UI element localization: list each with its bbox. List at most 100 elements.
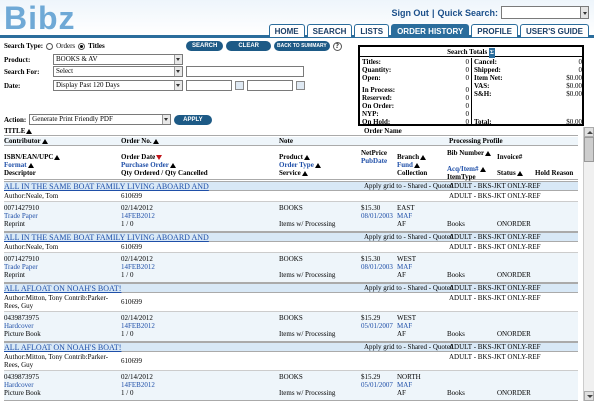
titles-radio[interactable] [78, 42, 86, 50]
col-order-type[interactable]: Order Type [279, 161, 321, 169]
table-row: 0071427910 Trade Paper Reprint 02/14/201… [4, 202, 578, 232]
title-link[interactable]: ALL IN THE SAME BOAT FAMILY LIVING ABOAR… [4, 182, 209, 191]
col-processing-profile: Processing Profile [449, 137, 503, 145]
product-select[interactable]: BOOKS & AV [53, 54, 183, 65]
sort-asc-icon [152, 138, 159, 144]
total-open: Open: 0 [362, 74, 469, 82]
search-totals-title: Search Totals Σ [360, 47, 582, 58]
search-for-input[interactable] [186, 66, 304, 77]
item-type: Books [447, 220, 465, 228]
total-s-and-h: S&H: $0.00 [474, 90, 582, 98]
sigma-icon[interactable]: Σ [488, 48, 495, 58]
service: Items w/ Processing [279, 271, 336, 279]
col-format[interactable]: Format [4, 161, 34, 169]
col-status[interactable]: Status [497, 169, 523, 177]
search-type-row: Search Type: Orders Titles [4, 42, 105, 50]
col-order-date[interactable]: Order Date [121, 153, 163, 161]
date-select[interactable]: Display Past 120 Days [53, 80, 183, 91]
col-purchase-order[interactable]: Purchase Order [121, 161, 176, 169]
title-link[interactable]: ALL IN THE SAME BOAT FAMILY LIVING ABOAR… [4, 233, 209, 242]
col-contributor[interactable]: Contributor [4, 137, 48, 145]
collection: AF [397, 220, 406, 228]
col-isbn[interactable]: ISBN/EAN/UPC [4, 153, 61, 161]
quick-search-input[interactable] [501, 6, 581, 19]
action-row: Action: Generate Print Friendly PDF APPL… [4, 114, 212, 125]
orders-radio[interactable] [46, 42, 54, 50]
net-price: $15.30 [361, 204, 381, 212]
status: ONORDER [497, 330, 531, 338]
status: ONORDER [497, 271, 531, 279]
search-for-row: Search For: Select [4, 66, 304, 77]
table-row: ALL AFLOAT ON NOAH'S BOAT! Apply grid to… [4, 342, 578, 352]
order-no: 610699 [121, 243, 142, 251]
tab-profile[interactable]: PROFILE [471, 24, 518, 37]
order-no: 610699 [121, 192, 142, 200]
sort-asc-icon [420, 154, 427, 160]
search-button[interactable]: SEARCH [186, 41, 224, 51]
form-buttons: SEARCH CLEAR BACK TO SUMMARY ? [186, 41, 342, 51]
tab-order-history[interactable]: ORDER HISTORY [391, 24, 470, 37]
col-order-no[interactable]: Order No. [121, 137, 159, 145]
descriptor: Picture Book [4, 389, 41, 397]
date-from-input[interactable] [186, 80, 232, 91]
scroll-down-icon[interactable] [584, 391, 594, 401]
tab-home[interactable]: HOME [268, 24, 305, 37]
format: Trade Paper [4, 263, 38, 271]
app-header: Bibz Sign Out | Quick Search: HOME SEARC… [0, 0, 594, 38]
scrollbar-thumb[interactable] [584, 137, 594, 162]
search-totals-heading: Search Totals [447, 48, 488, 56]
table-row: 0071427910 Trade Paper Reprint 02/14/201… [4, 253, 578, 283]
col-branch[interactable]: Branch [397, 153, 427, 161]
branch: WEST [397, 255, 417, 263]
sign-out-link[interactable]: Sign Out [391, 8, 429, 18]
help-icon[interactable]: ? [332, 41, 342, 51]
col-fund[interactable]: Fund [397, 161, 420, 169]
action-select[interactable]: Generate Print Friendly PDF [29, 114, 172, 125]
scroll-up-icon[interactable] [584, 127, 594, 137]
header-row-details: ISBN/EAN/UPC Format Descriptor Order Dat… [4, 147, 578, 181]
sort-asc-icon [516, 170, 523, 176]
branch: EAST [397, 204, 415, 212]
search-totals-panel: Search Totals Σ Titles: 0 Quantity: 0 Open… [358, 45, 584, 126]
total-quantity: Quantity: 0 [362, 66, 469, 74]
search-for-label: Search For: [4, 67, 40, 76]
item-type: Books [447, 271, 465, 279]
quick-search-dropdown-icon[interactable] [580, 6, 589, 19]
apply-button[interactable]: APPLY [174, 114, 212, 125]
title-link[interactable]: ALL AFLOAT ON NOAH'S BOAT! [4, 284, 121, 293]
tab-lists[interactable]: LISTS [354, 24, 390, 37]
sort-asc-icon [301, 170, 308, 176]
col-title[interactable]: TITLE [4, 127, 33, 135]
vertical-scrollbar[interactable] [583, 127, 594, 401]
col-product[interactable]: Product [279, 153, 310, 161]
col-service[interactable]: Service [279, 169, 308, 177]
order-date: 02/14/2012 [121, 255, 153, 263]
isbn: 0439873975 [4, 373, 39, 381]
total-total: Total: $0.00 [474, 118, 582, 126]
status: ONORDER [497, 389, 531, 397]
title-link[interactable]: ALL AFLOAT ON NOAH'S BOAT! [4, 343, 121, 352]
net-price: $15.30 [361, 255, 381, 263]
date-select-value: Display Past 120 Days [56, 81, 120, 89]
calendar-icon[interactable] [235, 81, 244, 90]
back-to-summary-button[interactable]: BACK TO SUMMARY [274, 41, 330, 51]
col-bib-number[interactable]: Bib Number [447, 149, 492, 157]
product: BOOKS [279, 373, 303, 381]
product-label: Product: [4, 55, 31, 64]
total-shipped: Shipped: 0 [474, 66, 582, 74]
col-pub-date[interactable]: PubDate [361, 157, 387, 165]
tab-search[interactable]: SEARCH [306, 24, 353, 37]
tab-users-guide[interactable]: USER'S GUIDE [519, 24, 589, 37]
table-row: 0439873975 Hardcover Picture Book 02/14/… [4, 312, 578, 342]
date-to-input[interactable] [247, 80, 293, 91]
search-for-select[interactable]: Select [53, 66, 183, 77]
product-select-value: BOOKS & AV [56, 55, 98, 63]
link-separator: | [431, 7, 435, 18]
qty: 1 / 0 [121, 271, 134, 279]
product: BOOKS [279, 314, 303, 322]
col-acq-item[interactable]: Acq/Item# [447, 165, 486, 173]
titles-radio-label: Titles [88, 42, 105, 50]
clear-button[interactable]: CLEAR [226, 41, 272, 51]
fund: MAF [397, 263, 413, 271]
calendar-icon[interactable] [296, 81, 305, 90]
